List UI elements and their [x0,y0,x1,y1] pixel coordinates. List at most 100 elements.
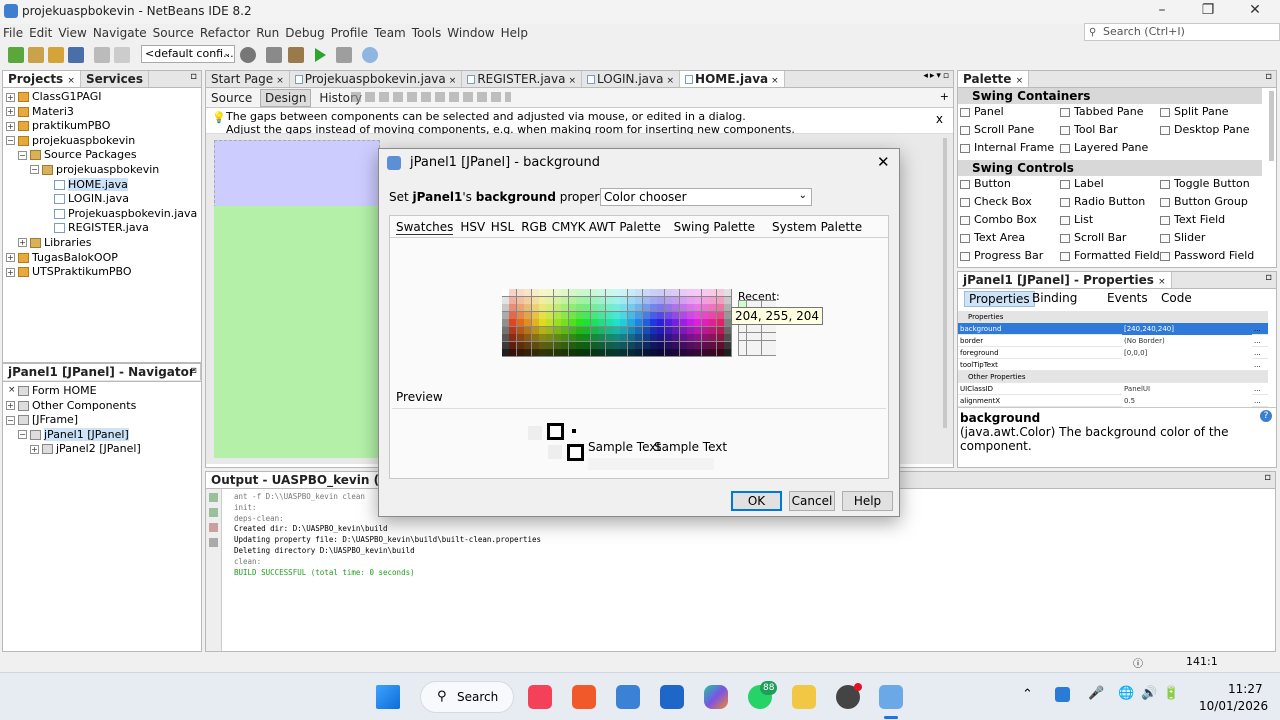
color-swatch[interactable] [568,304,576,311]
color-swatch[interactable] [598,334,606,341]
color-swatch[interactable] [613,319,620,326]
color-swatch[interactable] [724,341,731,349]
color-swatch[interactable] [650,304,657,311]
color-swatch[interactable] [657,304,665,311]
security-icon[interactable] [1055,687,1070,702]
palette-item[interactable]: Formatted Field [1060,249,1160,262]
minimize-button[interactable]: – [1140,2,1184,22]
color-swatch[interactable] [605,341,613,349]
save-all-icon[interactable] [68,47,84,63]
color-swatch[interactable] [613,349,620,356]
color-swatch[interactable] [583,304,591,311]
rerun-icon[interactable] [209,493,218,502]
recent-swatch[interactable] [746,324,754,332]
color-swatch[interactable] [561,289,569,296]
color-swatch[interactable] [568,319,576,326]
battery-icon[interactable]: 🔋 [1163,686,1179,701]
color-swatch[interactable] [590,326,598,334]
palette-item[interactable]: Text Field [1160,213,1225,226]
chooser-tab[interactable]: AWT Palette [589,220,661,234]
color-swatch[interactable] [568,289,576,296]
color-swatch[interactable] [613,326,620,334]
color-swatch[interactable] [502,289,509,296]
stop-icon[interactable] [209,523,218,532]
color-swatch[interactable] [642,319,650,326]
color-swatch[interactable] [627,304,635,311]
color-swatch[interactable] [576,334,583,341]
color-swatch[interactable] [553,304,561,311]
hint-close-button[interactable]: x [936,113,943,126]
color-swatch[interactable] [553,326,561,334]
property-section[interactable]: Other Properties [958,371,1268,383]
color-swatch[interactable] [650,334,657,341]
color-swatch[interactable] [694,334,702,341]
color-swatch[interactable] [598,296,606,304]
color-swatch[interactable] [664,289,672,296]
undo-icon[interactable] [94,47,110,63]
close-icon[interactable]: × [1016,76,1024,86]
tree-node[interactable]: − jPanel1 [JPanel] [6,427,201,443]
cancel-button[interactable]: Cancel [789,491,835,511]
color-swatch[interactable] [605,349,613,356]
color-swatch[interactable] [687,326,694,334]
expand-icon[interactable]: + [6,107,15,117]
help-icon[interactable]: ? [1260,410,1272,422]
color-swatch[interactable] [724,319,731,326]
color-swatch[interactable] [553,296,561,304]
color-swatch[interactable] [590,304,598,311]
alignment-tools-icon[interactable] [351,92,511,102]
help-button[interactable]: Help [842,491,893,511]
redo-icon[interactable] [114,47,130,63]
tree-node[interactable]: − projekuaspbokevin [6,134,201,149]
color-swatch[interactable] [576,304,583,311]
menu-item[interactable]: Run [253,24,282,42]
color-swatch[interactable] [694,349,702,356]
recent-swatch[interactable] [761,340,769,348]
search-input[interactable]: ⚲ Search (Ctrl+I) [1084,23,1280,41]
configuration-select[interactable]: <default confi... ⌄ [141,45,235,63]
color-swatch[interactable] [627,311,635,319]
color-swatch[interactable] [687,341,694,349]
color-swatch[interactable] [531,326,539,334]
tree-node[interactable]: REGISTER.java [6,221,201,236]
color-swatch[interactable] [561,341,569,349]
color-swatch[interactable] [701,311,709,319]
recent-swatch[interactable] [769,348,776,356]
palette-item[interactable]: Tabbed Pane [1060,105,1143,118]
color-swatch[interactable] [716,341,724,349]
palette-item[interactable]: Toggle Button [1160,177,1250,190]
color-swatch[interactable] [716,289,724,296]
color-swatch[interactable] [531,289,539,296]
color-swatch[interactable] [546,289,554,296]
tree-node[interactable]: HOME.java [6,177,201,193]
color-swatch[interactable] [642,304,650,311]
color-swatch[interactable] [568,349,576,356]
ok-button[interactable]: OK [731,491,782,511]
menu-item[interactable]: Refactor [197,24,253,42]
expand-icon[interactable]: + [6,401,15,411]
tree-node[interactable]: LOGIN.java [6,192,201,207]
color-swatch[interactable] [598,326,606,334]
palette-section-header[interactable]: Swing Controls [958,160,1262,176]
color-swatch[interactable] [664,349,672,356]
expand-icon[interactable]: + [6,253,15,263]
color-swatch[interactable] [531,319,539,326]
collapse-icon[interactable]: − [18,430,27,440]
color-swatch[interactable] [605,319,613,326]
color-swatch[interactable] [650,311,657,319]
color-swatch[interactable] [724,296,731,304]
chooser-tab[interactable]: HSV [460,220,485,234]
close-icon[interactable]: × [67,76,75,86]
color-swatch[interactable] [502,341,509,349]
property-editor-button[interactable]: ... [1254,347,1261,359]
color-swatch[interactable] [546,296,554,304]
color-swatch[interactable] [553,289,561,296]
palette-item[interactable]: Panel [960,105,1004,118]
color-swatch[interactable] [664,334,672,341]
menu-item[interactable]: Help [498,24,531,42]
chooser-tab[interactable]: HSL [491,220,514,234]
tree-node[interactable]: + Other Components [6,399,201,414]
palette-item[interactable]: Check Box [960,195,1032,208]
color-swatch[interactable] [701,334,709,341]
color-swatch[interactable] [650,341,657,349]
